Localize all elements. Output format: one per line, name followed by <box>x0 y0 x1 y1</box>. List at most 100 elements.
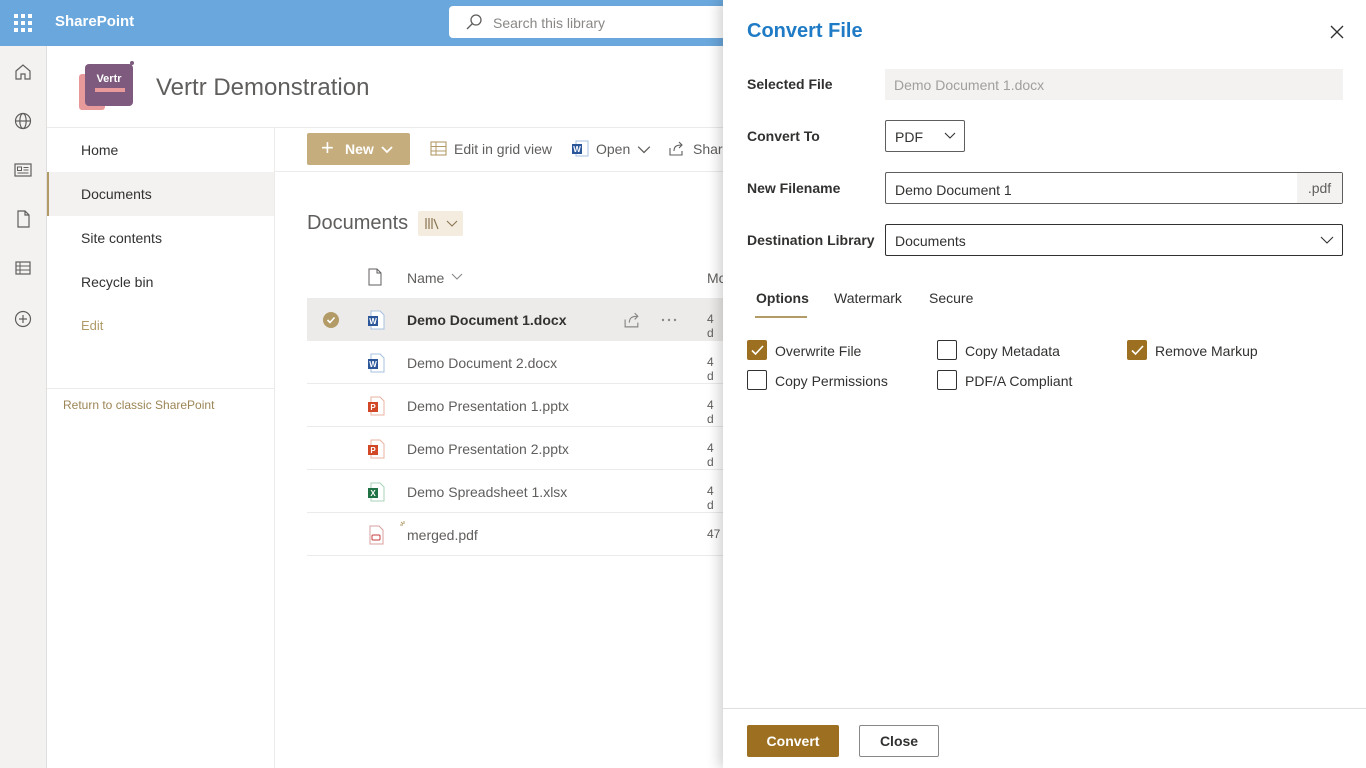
selected-file-field: Demo Document 1.docx <box>885 69 1343 100</box>
chevron-down-icon <box>944 132 956 139</box>
overwrite-file-checkbox[interactable] <box>747 340 767 360</box>
nav-edit-link[interactable]: Edit <box>47 304 274 348</box>
checkmark-icon <box>1131 345 1144 356</box>
active-tab-indicator <box>755 316 807 318</box>
destination-library-value: Documents <box>895 233 966 249</box>
word-icon: W <box>572 140 589 157</box>
news-icon[interactable] <box>13 160 33 180</box>
remove-markup-checkbox[interactable] <box>1127 340 1147 360</box>
destination-library-select[interactable]: Documents <box>885 224 1343 256</box>
share-icon <box>669 141 683 156</box>
file-icon[interactable] <box>13 209 33 229</box>
selected-file-value: Demo Document 1.docx <box>894 77 1045 93</box>
svg-text:W: W <box>573 145 581 154</box>
globe-icon[interactable] <box>13 111 33 131</box>
table-row[interactable]: merged.pdf 47 <box>307 513 723 556</box>
file-modified: 4 d <box>707 441 714 469</box>
tab-watermark[interactable]: Watermark <box>834 290 902 306</box>
overwrite-file-label: Overwrite File <box>775 343 862 359</box>
plus-icon: + <box>321 135 334 160</box>
new-filename-input[interactable]: Demo Document 1 .pdf <box>885 172 1343 204</box>
chevron-down-icon[interactable] <box>451 272 463 282</box>
table-row[interactable]: W Demo Document 2.docx 4 d <box>307 341 723 384</box>
search-icon <box>466 14 482 30</box>
filename-suffix: .pdf <box>1297 173 1342 203</box>
nav-item-home[interactable]: Home <box>47 128 274 172</box>
file-modified: 4 d <box>707 312 714 340</box>
copy-metadata-checkbox[interactable] <box>937 340 957 360</box>
file-modified: 4 d <box>707 355 714 383</box>
svg-text:P: P <box>370 403 376 412</box>
new-filename-label: New Filename <box>747 180 841 196</box>
chevron-down-icon[interactable] <box>637 142 651 156</box>
chevron-down-icon <box>381 146 393 154</box>
edit-in-grid-view-button[interactable]: Edit in grid view <box>454 141 552 157</box>
logo-text: Vertr <box>96 73 122 85</box>
app-launcher-icon[interactable] <box>0 0 46 46</box>
share-button[interactable]: Share <box>693 141 723 157</box>
new-button[interactable]: + New <box>307 133 410 165</box>
table-row[interactable]: X Demo Spreadsheet 1.xlsx 4 d <box>307 470 723 513</box>
search-box[interactable]: Search this library <box>449 6 739 38</box>
svg-text:P: P <box>370 446 376 455</box>
close-icon[interactable] <box>1327 22 1347 42</box>
table-row[interactable]: P Demo Presentation 1.pptx 4 d <box>307 384 723 427</box>
search-placeholder: Search this library <box>493 15 606 31</box>
file-modified: 4 d <box>707 398 714 426</box>
table-row[interactable]: W Demo Document 1.docx 4 d <box>307 298 723 341</box>
file-name[interactable]: Demo Presentation 1.pptx <box>407 398 569 414</box>
chevron-down-icon <box>1320 236 1334 244</box>
file-name[interactable]: Demo Spreadsheet 1.xlsx <box>407 484 567 500</box>
panel-footer-divider <box>723 708 1366 709</box>
more-options-icon[interactable] <box>660 311 678 329</box>
convert-file-panel: Convert File Selected File Demo Document… <box>723 0 1366 768</box>
svg-text:W: W <box>369 360 377 369</box>
convert-button[interactable]: Convert <box>747 725 839 757</box>
site-logo[interactable]: Vertr <box>79 60 135 112</box>
panel-title: Convert File <box>747 20 863 42</box>
file-name[interactable]: Demo Document 1.docx <box>407 312 566 328</box>
new-filename-value: Demo Document 1 <box>895 182 1012 198</box>
convert-to-label: Convert To <box>747 128 820 144</box>
checkmark-icon <box>751 345 764 356</box>
file-name[interactable]: Demo Document 2.docx <box>407 355 557 371</box>
app-rail <box>0 46 47 768</box>
file-name[interactable]: merged.pdf <box>407 527 478 543</box>
return-to-classic-link[interactable]: Return to classic SharePoint <box>63 398 214 412</box>
file-modified: 4 d <box>707 484 714 512</box>
brand-name[interactable]: SharePoint <box>55 13 134 30</box>
tab-secure[interactable]: Secure <box>929 290 973 306</box>
file-type-header-icon[interactable] <box>367 268 383 286</box>
convert-to-value: PDF <box>895 129 923 145</box>
powerpoint-file-icon: P <box>368 439 385 459</box>
left-navigation: Home Documents Site contents Recycle bin… <box>47 128 275 768</box>
command-bar: + New Edit in grid view W Open Share <box>275 128 723 172</box>
home-icon[interactable] <box>13 62 33 82</box>
svg-text:X: X <box>370 489 376 498</box>
view-selector-button[interactable] <box>418 211 463 236</box>
selected-file-label: Selected File <box>747 76 833 92</box>
file-name[interactable]: Demo Presentation 2.pptx <box>407 441 569 457</box>
nav-item-site-contents[interactable]: Site contents <box>47 216 274 260</box>
nav-item-documents[interactable]: Documents <box>47 172 274 216</box>
table-row[interactable]: P Demo Presentation 2.pptx 4 d <box>307 427 723 470</box>
copy-permissions-checkbox[interactable] <box>747 370 767 390</box>
list-icon[interactable] <box>13 258 33 278</box>
copy-permissions-label: Copy Permissions <box>775 373 888 389</box>
row-selected-check-icon[interactable] <box>323 312 339 328</box>
word-file-icon: W <box>368 310 385 330</box>
pdfa-compliant-checkbox[interactable] <box>937 370 957 390</box>
column-header-name[interactable]: Name <box>407 270 444 286</box>
nav-divider <box>47 388 274 389</box>
add-icon[interactable] <box>13 309 33 329</box>
nav-item-recycle-bin[interactable]: Recycle bin <box>47 260 274 304</box>
copy-metadata-label: Copy Metadata <box>965 343 1060 359</box>
library-title: Documents <box>307 212 409 234</box>
share-icon[interactable] <box>623 311 641 329</box>
tab-options[interactable]: Options <box>756 290 809 306</box>
convert-to-select[interactable]: PDF <box>885 120 965 152</box>
close-button[interactable]: Close <box>859 725 939 757</box>
pdfa-compliant-label: PDF/A Compliant <box>965 373 1073 389</box>
open-button[interactable]: Open <box>596 141 630 157</box>
site-header: Vertr Vertr Demonstration <box>47 46 723 128</box>
